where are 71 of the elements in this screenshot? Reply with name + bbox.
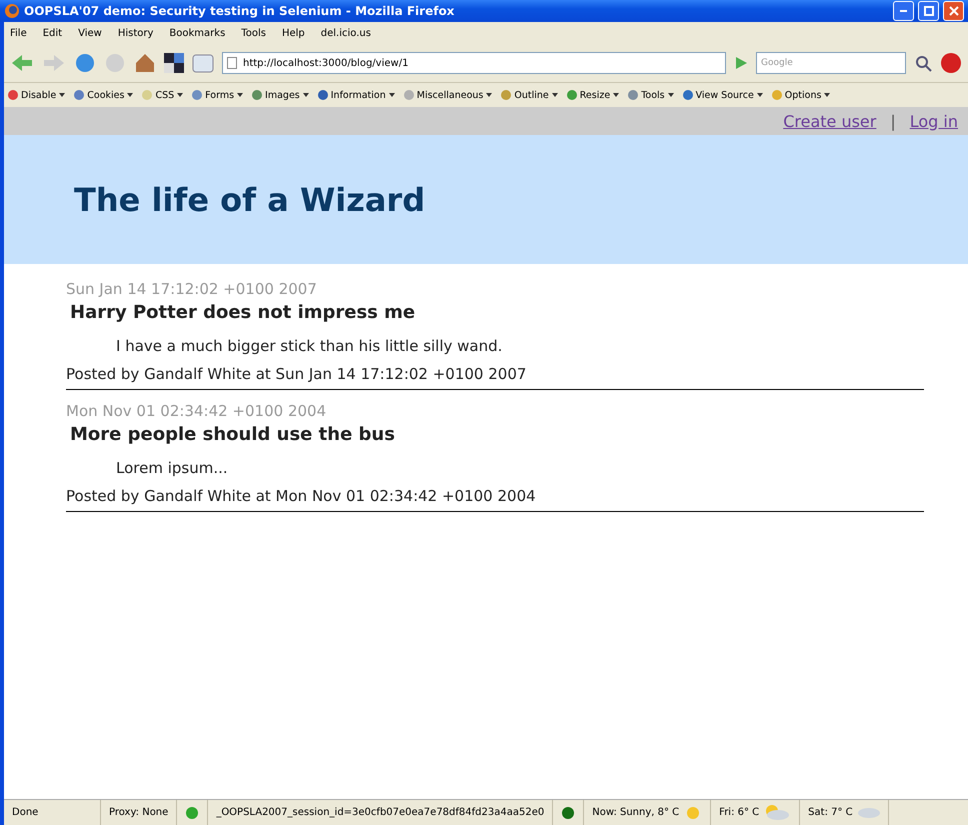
maximize-icon [924,6,934,16]
address-field[interactable]: http://localhost:3000/blog/view/1 [222,52,726,74]
browser-logo-icon [4,3,20,19]
go-arrow-icon[interactable] [734,56,748,70]
caret-icon [302,93,309,97]
caret-icon [388,93,395,97]
post-date: Mon Nov 01 02:34:42 +0100 2004 [66,402,328,420]
caret-icon [824,93,830,97]
menu-item[interactable]: Help [282,28,305,38]
toolbar-menu[interactable]: CSS [142,90,184,100]
toolbar-menu[interactable]: Tools [628,90,674,100]
stop-sign-icon[interactable] [940,52,962,74]
toolbar-menu[interactable]: Options [772,90,830,100]
cloud-icon [858,808,880,818]
toolbar-menu[interactable]: Disable [8,90,66,100]
caret-icon [177,93,184,97]
close-icon [948,6,958,16]
close-button[interactable] [943,1,964,21]
toolbar-menu[interactable]: Information [318,90,395,100]
weather-now: Now: Sunny, 8° C [592,807,680,818]
menu-item[interactable]: Tools [241,28,266,38]
menu-item[interactable]: Bookmarks [169,28,226,38]
post-body: Lorem ipsum... [116,459,229,477]
post-date: Sun Jan 14 17:12:02 +0100 2007 [66,280,318,298]
menu-item[interactable]: del.icio.us [320,28,371,38]
toolbar-menu[interactable]: Outline [501,90,558,100]
page-icon [227,57,237,69]
site-title: The life of a Wizard [74,180,426,218]
home-icon[interactable] [134,52,156,74]
menu-item[interactable]: View [78,28,102,38]
log-in-link[interactable]: Log in [910,112,958,130]
minimize-icon [900,10,907,12]
caret-icon [59,93,66,97]
post-byline: Posted by Gandalf White at Sun Jan 14 17:12:02 +0100 2007 [66,365,528,383]
cookie-status: _OOPSLA2007_session_id=3e0cfb07e0ea7e78df84fd23a4aa52e0 [208,800,554,825]
menu-item[interactable]: File [10,28,27,38]
window-title: OOPSLA'07 demo: Security testing in Selenium - Mozilla Firefox [24,4,456,18]
partly-cloudy-icon [764,805,792,820]
menu-item[interactable]: History [118,28,154,38]
caret-icon [237,93,244,97]
status-dot-icon [561,806,576,820]
caret-icon [552,93,558,97]
post-body: I have a much bigger stick than his little silly wand. [116,337,504,355]
toolbar-menu[interactable]: Miscellaneous [404,90,492,100]
status-text: Done [4,800,101,825]
proxy-status[interactable]: Proxy: None [101,800,178,825]
weather-forecast: Sat: 7° C [808,807,853,818]
link-separator: | [890,112,896,130]
toolbar-menu[interactable]: Resize [566,90,620,100]
post-title: Harry Potter does not impress me [70,302,416,323]
caret-icon [756,93,763,97]
post-title: More people should use the bus [70,424,396,445]
post-byline: Posted by Gandalf White at Mon Nov 01 02:34:42 +0100 2004 [66,487,537,505]
toolbar-menu[interactable]: Forms [192,90,244,100]
menu-item[interactable]: Edit [42,28,62,38]
maximize-button[interactable] [918,1,939,21]
toolbar-menu[interactable]: Images [252,90,309,100]
minimize-button[interactable] [893,1,914,21]
search-icon[interactable] [914,54,932,72]
caret-icon [668,93,674,97]
url-text: http://localhost:3000/blog/view/1 [243,58,408,68]
caret-icon [486,93,492,97]
toolbar-menu[interactable]: Cookies [74,90,134,100]
toolbar-menu[interactable]: View Source [682,90,763,100]
checker-icon[interactable] [164,53,184,73]
create-user-link[interactable]: Create user [783,112,876,130]
caret-icon [613,93,620,97]
back-arrow-icon[interactable] [10,53,34,73]
weather-forecast: Fri: 6° C [719,807,760,818]
check-icon [185,806,200,820]
caret-icon [127,93,134,97]
